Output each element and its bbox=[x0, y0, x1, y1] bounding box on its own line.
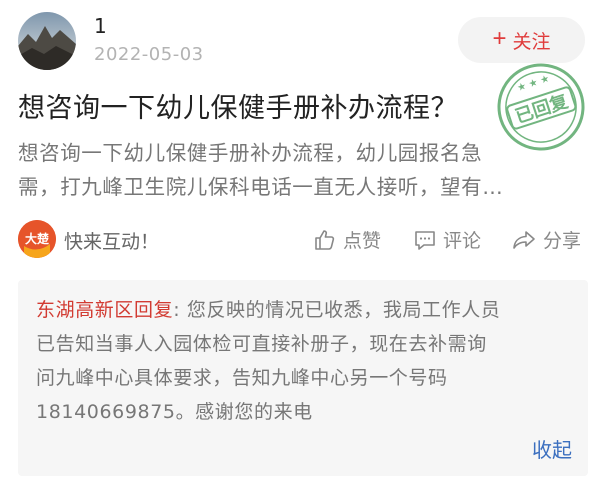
source-label[interactable]: 快来互动！ bbox=[64, 227, 159, 254]
post-description-line: 需，打九峰卫生院儿保科电话一直无人接听，望有… bbox=[18, 175, 504, 199]
share-icon bbox=[513, 230, 535, 249]
source-logo-text: 大楚 bbox=[25, 231, 50, 246]
svg-text:★ ★ ★: ★ ★ ★ bbox=[516, 73, 551, 94]
comment-button[interactable]: 评论 bbox=[413, 226, 481, 253]
source-logo[interactable]: 大楚 bbox=[18, 220, 56, 258]
replied-stamp-icon: 已回复 ★ ★ ★ bbox=[497, 63, 585, 151]
follow-button[interactable]: + 关注 bbox=[458, 17, 585, 63]
reply-line: 问九峰中心具体要求，告知九峰中心另一个号码 bbox=[36, 367, 448, 389]
like-label: 点赞 bbox=[343, 230, 382, 252]
reply-line: 18140669875。感谢您的来电 bbox=[36, 401, 313, 423]
official-reply: 东湖高新区回复: 您反映的情况已收悉，我局工作人员 已告知当事人入园体检可直接补… bbox=[18, 280, 588, 476]
comment-label: 评论 bbox=[443, 230, 482, 252]
username[interactable]: 1 bbox=[94, 14, 107, 38]
reply-text: 东湖高新区回复: 您反映的情况已收悉，我局工作人员 已告知当事人入园体检可直接补… bbox=[36, 293, 576, 429]
reply-line: 东湖高新区回复: 您反映的情况已收悉，我局工作人员 bbox=[36, 293, 576, 327]
comment-icon bbox=[415, 230, 435, 250]
avatar[interactable] bbox=[18, 12, 76, 70]
reply-line: 已告知当事人入园体检可直接补册子，现在去补需询 bbox=[36, 333, 487, 355]
post-description[interactable]: 想咨询一下幼儿保健手册补办流程，幼儿园报名急 需，打九峰卫生院儿保科电话一直无人… bbox=[18, 136, 558, 204]
post-title[interactable]: 想咨询一下幼儿保健手册补办流程？ bbox=[18, 86, 458, 125]
reply-author[interactable]: 东湖高新区回复 bbox=[36, 299, 173, 321]
follow-label: 关注 bbox=[512, 31, 551, 53]
post-description-line: 想咨询一下幼儿保健手册补办流程，幼儿园报名急 bbox=[18, 141, 483, 165]
thumb-up-icon bbox=[315, 229, 335, 250]
share-label: 分享 bbox=[543, 230, 582, 252]
like-button[interactable]: 点赞 bbox=[313, 226, 381, 253]
share-button[interactable]: 分享 bbox=[511, 226, 581, 253]
reply-line-text: 您反映的情况已收悉，我局工作人员 bbox=[180, 299, 501, 321]
post-date: 2022-05-03 bbox=[94, 44, 204, 65]
collapse-button[interactable]: 收起 bbox=[532, 434, 572, 463]
plus-icon: + bbox=[492, 25, 507, 52]
avatar-image bbox=[18, 12, 76, 70]
